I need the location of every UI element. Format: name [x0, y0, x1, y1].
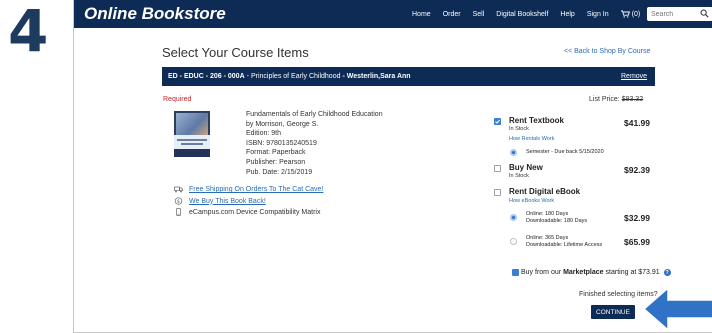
promo-free-shipping[interactable]: Free Shipping On Orders To The Cat Cave! — [174, 186, 323, 193]
marketplace-offer[interactable]: Buy from our Marketplace starting at $73… — [512, 269, 671, 276]
list-price-value: $93.32 — [621, 96, 644, 103]
dollar-icon: $ — [174, 197, 183, 205]
step-number: 4 — [8, 0, 49, 65]
book-format: Format: Paperback — [246, 149, 306, 157]
ebook-365-line1: Online: 365 Days — [526, 235, 569, 241]
nav-home[interactable]: Home — [412, 11, 431, 18]
list-price: List Price: $93.32 — [589, 96, 643, 103]
book-pub-date: Pub. Date: 2/15/2019 — [246, 168, 313, 176]
book-title: Fundamentals of Early Childhood Educatio… — [246, 111, 383, 118]
how-rentals-work-link[interactable]: How Rentals Work — [509, 136, 554, 142]
continue-button[interactable]: CONTINUE — [591, 305, 635, 319]
ebook-180-line2: Downloadable: 180 Days — [526, 218, 588, 224]
ebook-180-radio[interactable] — [510, 214, 517, 221]
back-to-shop-link[interactable]: << Back to Shop By Course — [564, 48, 650, 55]
nav-digital-bookshelf[interactable]: Digital Bookshelf — [496, 11, 548, 18]
book-author: by Morrison, George S. — [246, 120, 319, 128]
ebook-180-label: Online: 180 Days Downloadable: 180 Days — [526, 211, 587, 225]
cart-link[interactable]: (0) — [620, 10, 641, 18]
semester-label: Semester - Due back 5/15/2020 — [526, 149, 604, 155]
rent-textbook-checkbox[interactable] — [494, 118, 501, 125]
course-header-bar: ED - EDUC - 206 - 000A - Principles of E… — [162, 67, 655, 86]
ebook-365-radio[interactable] — [510, 238, 517, 245]
marketplace-checkbox[interactable] — [512, 269, 519, 276]
rent-ebook-checkbox[interactable] — [494, 189, 501, 196]
cover-text-line — [177, 139, 207, 141]
search-icon[interactable] — [700, 9, 709, 18]
ebook-180-line1: Online: 180 Days — [526, 211, 569, 217]
site-logo[interactable]: Online Bookstore — [84, 4, 226, 24]
device-icon — [176, 208, 181, 216]
page-title: Select Your Course Items — [162, 45, 309, 60]
ebook-365-price: $65.99 — [624, 237, 650, 247]
marketplace-suffix: starting at $73.91 — [605, 269, 660, 276]
top-navigation-bar: Online Bookstore Home Order Sell Digital… — [74, 0, 712, 28]
pointer-arrow-icon — [642, 286, 712, 332]
rent-ebook-title: Rent Digital eBook — [509, 187, 581, 196]
marketplace-emph: Marketplace — [563, 269, 604, 276]
browser-frame: Online Bookstore Home Order Sell Digital… — [73, 0, 712, 333]
promo-buyback-link[interactable]: We Buy This Book Back! — [189, 198, 266, 205]
cart-count: (0) — [631, 10, 641, 18]
main-nav: Home Order Sell Digital Bookshelf Help S… — [412, 0, 640, 28]
svg-text:$: $ — [177, 199, 180, 205]
promo-free-shipping-link[interactable]: Free Shipping On Orders To The Cat Cave! — [189, 186, 323, 193]
rent-textbook-stock: In Stock — [509, 126, 529, 132]
marketplace-prefix: Buy from our — [521, 269, 562, 276]
buy-new-stock: In Stock — [509, 173, 529, 179]
nav-help[interactable]: Help — [560, 11, 574, 18]
how-ebooks-work-link[interactable]: How eBooks Work — [509, 198, 554, 204]
semester-radio[interactable] — [510, 149, 517, 156]
search-box[interactable] — [647, 7, 712, 21]
book-edition: Edition: 9th — [246, 130, 282, 138]
buy-new-checkbox[interactable] — [494, 165, 501, 172]
course-name: Principles of Early Childhood — [250, 73, 341, 80]
help-icon[interactable]: ? — [663, 269, 671, 276]
cart-icon — [620, 10, 630, 18]
promo-device-matrix-text[interactable]: eCampus.com Device Compatibility Matrix — [189, 209, 320, 216]
cover-title-area — [174, 135, 210, 149]
cover-text-line — [181, 143, 203, 145]
cover-band — [174, 149, 210, 157]
cover-photo — [176, 113, 208, 135]
rent-textbook-title: Rent Textbook — [509, 116, 564, 125]
buy-new-title: Buy New — [509, 163, 543, 172]
list-price-label: List Price: — [589, 96, 620, 103]
rent-textbook-price: $41.99 — [624, 118, 650, 128]
remove-course-link[interactable]: Remove — [621, 73, 647, 80]
course-separator: - — [246, 73, 249, 80]
book-publisher: Publisher: Pearson — [246, 158, 306, 166]
book-cover-image[interactable] — [174, 111, 210, 157]
ebook-365-label: Online: 365 Days Downloadable: Lifetime … — [526, 235, 602, 249]
checkmark-icon — [495, 119, 501, 124]
promo-device-matrix[interactable]: eCampus.com Device Compatibility Matrix — [174, 208, 320, 216]
ebook-180-price: $32.99 — [624, 213, 650, 223]
book-details: Fundamentals of Early Childhood Educatio… — [246, 110, 383, 177]
search-input[interactable] — [651, 10, 699, 18]
buy-new-price: $92.39 — [624, 165, 650, 175]
course-instructor: - Westerlin,Sara Ann — [342, 73, 411, 80]
nav-sign-in[interactable]: Sign In — [587, 11, 609, 18]
ebook-365-line2: Downloadable: Lifetime Access — [526, 242, 603, 248]
course-code: ED - EDUC - 206 - 000A — [168, 73, 245, 80]
truck-icon — [174, 186, 183, 193]
nav-sell[interactable]: Sell — [473, 11, 485, 18]
promo-buyback[interactable]: $ We Buy This Book Back! — [174, 197, 266, 205]
book-isbn: ISBN: 9780135240519 — [246, 139, 317, 147]
required-label: Required — [163, 96, 192, 103]
nav-order[interactable]: Order — [443, 11, 461, 18]
